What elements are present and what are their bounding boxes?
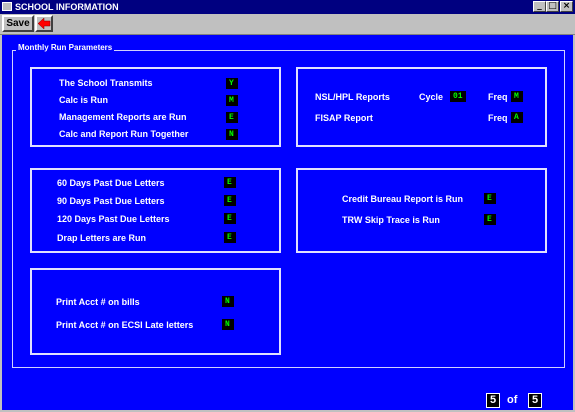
maximize-button[interactable]: □	[546, 1, 559, 12]
save-button[interactable]: Save	[2, 15, 34, 32]
fisap-freq-field[interactable]: A	[511, 112, 523, 123]
page-of-label: of	[507, 394, 518, 406]
back-button[interactable]	[35, 15, 53, 32]
app-icon	[2, 2, 12, 11]
reports-panel	[296, 67, 547, 147]
fisap-freq-label: Freq	[488, 113, 508, 123]
nsl-freq-field[interactable]: M	[511, 91, 523, 102]
title-bar: SCHOOL INFORMATION _ □ ×	[0, 0, 575, 14]
school-transmits-field[interactable]: Y	[226, 78, 238, 89]
close-button[interactable]: ×	[560, 1, 573, 12]
group-title: Monthly Run Parameters	[16, 43, 115, 52]
calc-is-run-field[interactable]: M	[226, 95, 238, 106]
days60-label: 60 Days Past Due Letters	[57, 178, 165, 188]
mgmt-reports-field[interactable]: E	[226, 112, 238, 123]
fisap-label: FISAP Report	[315, 113, 373, 123]
trw-skip-trace-label: TRW Skip Trace is Run	[342, 215, 440, 225]
nsl-freq-label: Freq	[488, 92, 508, 102]
nsl-hpl-label: NSL/HPL Reports	[315, 92, 390, 102]
credit-bureau-label: Credit Bureau Report is Run	[342, 194, 464, 204]
trw-skip-trace-field[interactable]: E	[484, 214, 496, 225]
calc-report-together-label: Calc and Report Run Together	[59, 129, 189, 139]
cycle-label: Cycle	[419, 92, 444, 102]
school-transmits-label: The School Transmits	[59, 78, 153, 88]
calc-is-run-label: Calc is Run	[59, 95, 109, 105]
days90-label: 90 Days Past Due Letters	[57, 196, 165, 206]
days60-field[interactable]: E	[224, 177, 236, 188]
mgmt-reports-label: Management Reports are Run	[59, 112, 187, 122]
calc-report-together-field[interactable]: N	[226, 129, 238, 140]
credit-bureau-field[interactable]: E	[484, 193, 496, 204]
print-acct-ecsi-label: Print Acct # on ECSI Late letters	[56, 320, 194, 330]
form-area: Monthly Run Parameters The School Transm…	[2, 35, 573, 410]
print-options-panel	[30, 268, 281, 355]
total-pages: 5	[528, 393, 542, 408]
toolbar: Save	[0, 14, 575, 35]
back-arrow-icon	[37, 17, 51, 30]
drap-letters-field[interactable]: E	[224, 232, 236, 243]
drap-letters-label: Drap Letters are Run	[57, 233, 147, 243]
print-acct-bills-label: Print Acct # on bills	[56, 297, 140, 307]
window-title: SCHOOL INFORMATION	[15, 2, 119, 12]
print-acct-ecsi-field[interactable]: N	[222, 319, 234, 330]
credit-panel	[296, 168, 547, 253]
cycle-field[interactable]: 01	[450, 91, 466, 102]
days120-label: 120 Days Past Due Letters	[57, 214, 170, 224]
print-acct-bills-field[interactable]: N	[222, 296, 234, 307]
current-page: 5	[486, 393, 500, 408]
days90-field[interactable]: E	[224, 195, 236, 206]
minimize-button[interactable]: _	[533, 1, 546, 12]
days120-field[interactable]: E	[224, 213, 236, 224]
